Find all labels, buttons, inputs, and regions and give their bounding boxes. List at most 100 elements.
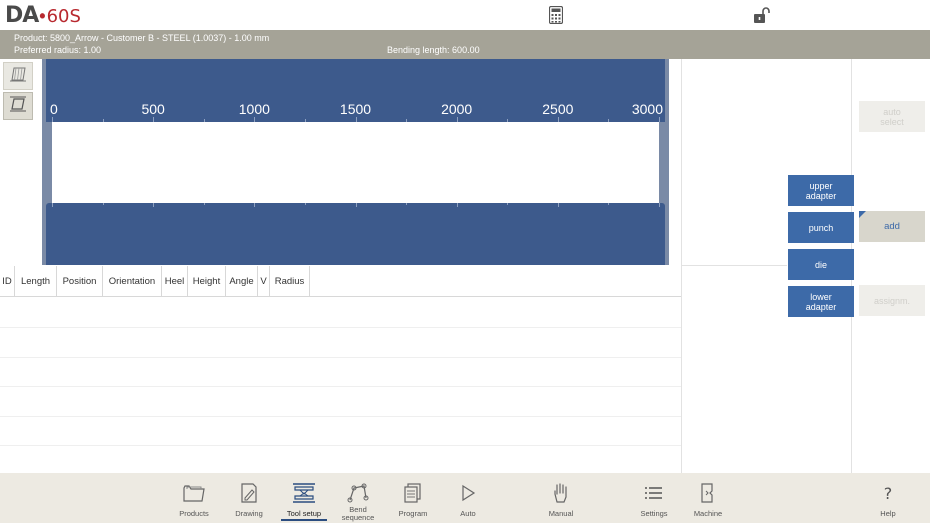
nav-program[interactable]: Program (393, 473, 433, 523)
lower-adapter-label: lower adapter (805, 291, 837, 312)
col-heel[interactable]: Heel (162, 266, 188, 297)
nav-auto[interactable]: Auto (448, 473, 488, 523)
assignment-label: assignm. (873, 295, 910, 306)
scale-tick (304, 119, 306, 122)
nav-bend-sequence[interactable]: Bend sequence (336, 473, 380, 523)
app-window: DA • 60S Product: 5800_Arrow - Customer … (0, 0, 930, 523)
scale-tick (456, 117, 458, 122)
punch-button[interactable]: punch (788, 212, 854, 243)
nav-settings[interactable]: Settings (634, 473, 674, 523)
scale-tick (203, 203, 205, 205)
scale-label: 2000 (441, 101, 473, 117)
scale-tick (153, 117, 155, 122)
nav-label: Program (398, 509, 428, 518)
unlock-icon[interactable] (753, 6, 771, 24)
scale-tick (153, 203, 155, 207)
die-label: die (814, 259, 827, 270)
drawing-icon (239, 482, 259, 504)
list-icon (644, 482, 664, 504)
tool-table-header: ID Length Position Orientation Heel Heig… (0, 266, 681, 297)
product-info-bar: Product: 5800_Arrow - Customer B - STEEL… (0, 30, 930, 59)
scale-tick (355, 117, 357, 122)
scale-label: 1500 (339, 101, 372, 117)
scale-label: 500 (141, 101, 165, 117)
calculator-icon[interactable] (548, 5, 565, 25)
col-position[interactable]: Position (57, 266, 103, 297)
nav-label: Manual (548, 509, 574, 518)
col-orientation[interactable]: Orientation (103, 266, 162, 297)
nav-label: Drawing (235, 509, 263, 518)
active-tab-indicator (281, 519, 327, 521)
col-v[interactable]: V (258, 266, 270, 297)
lower-adapter-button[interactable]: lower adapter (788, 286, 854, 317)
product-info: Product: 5800_Arrow - Customer B - STEEL… (14, 33, 270, 43)
nav-help[interactable]: ? Help (868, 473, 908, 523)
logo-text: DA (5, 3, 39, 28)
col-radius[interactable]: Radius (270, 266, 310, 297)
panel-divider (681, 59, 682, 473)
nav-products[interactable]: Products (174, 473, 214, 523)
scale-tick (52, 117, 53, 122)
nav-machine[interactable]: Machine (688, 473, 728, 523)
bending-length: Bending length: 600.00 (387, 45, 480, 55)
auto-select-button[interactable]: auto select (859, 101, 925, 132)
machine-icon (699, 482, 717, 504)
scale-tick (203, 119, 205, 122)
add-button[interactable]: add (859, 211, 925, 242)
panel-divider (681, 265, 787, 266)
scale-label: 2500 (542, 101, 574, 117)
assignment-button[interactable]: assignm. (859, 285, 925, 316)
die-button[interactable]: die (788, 249, 854, 280)
upper-tool-view-button[interactable] (3, 62, 33, 90)
nav-label: Help (880, 509, 896, 518)
scale-tick (659, 203, 660, 207)
nav-tool-setup[interactable]: Tool setup (282, 473, 326, 523)
punch-label: punch (808, 222, 834, 233)
scale-tick (102, 203, 104, 205)
nav-drawing[interactable]: Drawing (229, 473, 269, 523)
logo-dot: • (39, 6, 46, 26)
scale-tick (608, 203, 610, 205)
upper-tool-view-icon (8, 65, 28, 88)
col-length[interactable]: Length (15, 266, 57, 297)
help-icon: ? (883, 483, 893, 503)
bottom-navigation: Products Drawing Tool setup Bend sequenc… (0, 473, 930, 523)
scale-tick (406, 119, 408, 122)
upper-adapter-label: upper adapter (805, 180, 837, 201)
bend-sequence-icon (346, 482, 370, 504)
folder-icon (182, 482, 206, 504)
col-id[interactable]: ID (0, 266, 15, 297)
scale-tick (406, 203, 408, 205)
nav-label: Settings (640, 509, 668, 518)
scale-tick (507, 119, 509, 122)
play-icon (460, 482, 476, 504)
header: DA • 60S (0, 0, 930, 30)
nav-label: Bend sequence (341, 505, 375, 522)
tool-setup-icon (291, 482, 317, 504)
table-row (0, 445, 681, 446)
add-corner-marker (859, 211, 866, 218)
lower-beam (46, 203, 665, 265)
col-height[interactable]: Height (188, 266, 226, 297)
scale-tick (304, 203, 306, 205)
nav-label: Auto (460, 509, 476, 518)
scale-tick (507, 203, 509, 205)
lower-tool-view-icon (8, 95, 28, 118)
scale-label: 0 (50, 101, 58, 117)
program-icon (403, 482, 423, 504)
col-angle[interactable]: Angle (226, 266, 258, 297)
scale-tick (659, 117, 660, 122)
scale-label: 1000 (238, 101, 270, 117)
preferred-radius: Preferred radius: 1.00 (14, 45, 102, 55)
hand-icon (552, 482, 570, 504)
scale-tick (557, 203, 559, 207)
upper-adapter-button[interactable]: upper adapter (788, 175, 854, 206)
nav-manual[interactable]: Manual (541, 473, 581, 523)
lower-tool-view-button[interactable] (3, 92, 33, 120)
nav-label: Tool setup (286, 509, 322, 518)
table-row (0, 327, 681, 328)
auto-select-label: auto select (880, 106, 904, 127)
table-row (0, 386, 681, 387)
logo: DA • 60S (5, 3, 81, 28)
machine-view[interactable]: 0 500 1000 1500 2000 2500 3000 (42, 59, 669, 265)
